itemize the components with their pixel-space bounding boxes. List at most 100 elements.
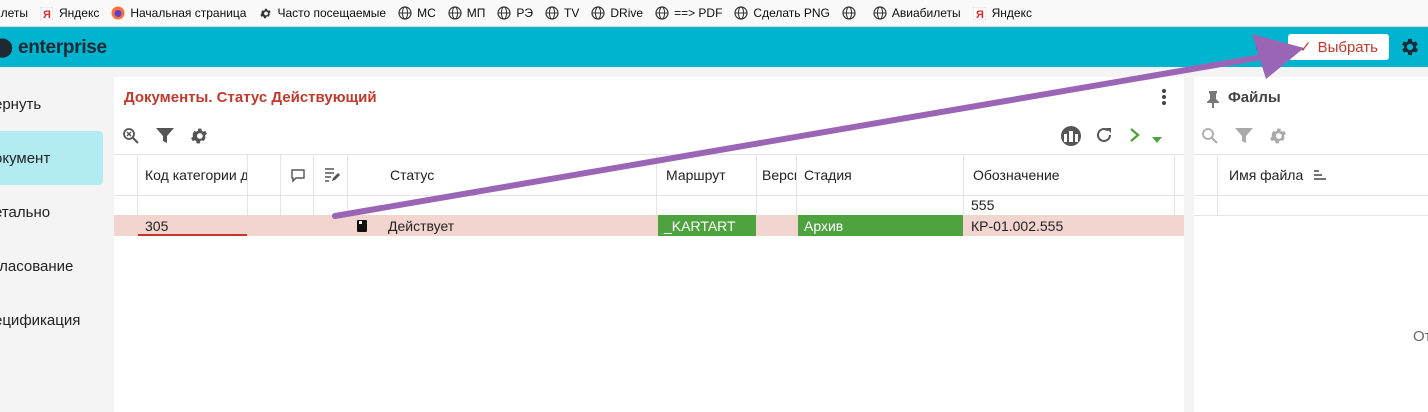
firefox-icon xyxy=(111,6,125,20)
svg-text:Я: Я xyxy=(43,9,51,20)
check-icon: ✓ xyxy=(1299,39,1312,56)
filter-icon[interactable] xyxy=(1234,127,1254,148)
sidebar-item-label: гласование xyxy=(0,257,74,275)
sort-icon[interactable] xyxy=(1313,155,1329,195)
globe-icon xyxy=(545,6,559,20)
bookmark-item[interactable] xyxy=(842,6,861,20)
bookmark-label: ==> PDF xyxy=(674,6,723,20)
sidebar-item-label: ернуть xyxy=(0,95,42,113)
sidebar-item-details[interactable]: етально xyxy=(0,185,103,239)
bookmark-item[interactable]: МП xyxy=(448,6,486,20)
globe-icon xyxy=(842,6,856,20)
documents-panel-title: Документы. Статус Действующий xyxy=(124,89,377,106)
filter-icon[interactable] xyxy=(155,127,175,148)
column-header-status[interactable]: Статус xyxy=(390,155,660,195)
table-row[interactable]: 305 Действует _KARTART Архив КР-01.002.5… xyxy=(114,215,1184,236)
column-header-designation[interactable]: Обозначение xyxy=(973,155,1173,195)
files-panel: Файлы Имя файла От xyxy=(1194,77,1428,412)
sidebar: ернуть окумент етально гласование ецифик… xyxy=(0,67,113,412)
yandex-icon: Я xyxy=(973,6,987,20)
bookmark-label: Яндекс xyxy=(991,6,1032,20)
bookmark-label: Авиабилеты xyxy=(891,6,961,20)
logo-mark-icon: ⬤ xyxy=(0,37,13,58)
bookmark-item[interactable]: МС xyxy=(398,6,436,20)
edit-note-icon[interactable] xyxy=(323,155,343,195)
columns-toggle-icon[interactable] xyxy=(1060,125,1082,150)
pin-icon[interactable] xyxy=(1206,90,1220,111)
globe-icon xyxy=(591,6,605,20)
documents-panel: Документы. Статус Действующий Код катего… xyxy=(114,77,1184,412)
files-panel-title: Файлы xyxy=(1228,89,1281,106)
globe-icon xyxy=(398,6,412,20)
brand-logo: ⬤ enterprise xyxy=(0,36,107,59)
globe-icon xyxy=(655,6,669,20)
sidebar-item-return[interactable]: ернуть xyxy=(0,77,103,131)
gear-icon xyxy=(258,6,272,20)
bookmark-label: Сделать PNG xyxy=(753,6,830,20)
filter-row: 555 xyxy=(114,194,1184,216)
document-icon xyxy=(356,215,370,236)
gear-icon[interactable] xyxy=(189,126,209,149)
column-header-filename[interactable]: Имя файла xyxy=(1229,155,1319,195)
search-icon[interactable] xyxy=(1201,127,1219,148)
documents-table-header: Код категории д Статус Маршрут Верси Ста… xyxy=(114,154,1184,235)
cell-category: 305 xyxy=(145,217,169,234)
bookmark-label: МП xyxy=(466,6,486,20)
bookmark-label: Билеты xyxy=(0,6,28,20)
column-header-stage[interactable]: Стадия xyxy=(804,155,954,195)
bookmark-item[interactable]: РЭ xyxy=(497,6,533,20)
files-filter-row xyxy=(1194,194,1428,216)
files-table-header: Имя файла xyxy=(1194,154,1428,215)
sidebar-item-specification[interactable]: ецификация xyxy=(0,293,103,347)
cell-status: Действует xyxy=(388,217,455,234)
bookmark-label: DRive xyxy=(610,6,644,20)
clear-filter-search-icon[interactable] xyxy=(122,127,140,148)
bookmark-item[interactable]: Часто посещаемые xyxy=(258,6,386,20)
sidebar-item-document[interactable]: окумент xyxy=(0,131,103,185)
bookmark-item[interactable]: Начальная страница xyxy=(111,6,246,20)
filter-input-designation[interactable]: 555 xyxy=(971,194,1171,215)
bookmark-label: Яндекс xyxy=(58,6,100,20)
bookmark-label: Часто посещаемые xyxy=(277,6,387,20)
bookmark-label: TV xyxy=(564,6,580,20)
bookmark-item[interactable]: Авиабилеты xyxy=(873,6,961,20)
yandex-icon: Я xyxy=(40,6,54,20)
bookmark-label: МС xyxy=(417,6,436,20)
app-header: ⬤ enterprise ✓ Выбрать xyxy=(0,27,1428,67)
chevron-right-icon[interactable] xyxy=(1128,126,1142,147)
bookmarks-bar: Билеты Я Яндекс Начальная страница Часто пос… xyxy=(0,0,1428,27)
cell-route: _KARTART xyxy=(658,215,756,236)
bookmark-item[interactable]: DRive xyxy=(591,6,643,20)
column-header-version[interactable]: Верси xyxy=(762,155,796,195)
bookmark-label: Начальная страница xyxy=(130,6,247,20)
globe-icon xyxy=(873,6,887,20)
select-button-label: Выбрать xyxy=(1317,38,1378,56)
bookmark-item[interactable]: Сделать PNG xyxy=(734,6,830,20)
more-vert-icon[interactable] xyxy=(1158,87,1170,110)
brand-name: enterprise xyxy=(17,37,107,58)
globe-icon xyxy=(497,6,512,20)
column-header-category[interactable]: Код категории д xyxy=(145,155,248,195)
sidebar-item-label: окумент xyxy=(0,149,51,167)
bookmark-label: РЭ xyxy=(516,6,534,20)
cell-designation: КР-01.002.555 xyxy=(971,217,1064,234)
column-header-route[interactable]: Маршрут xyxy=(666,155,756,195)
svg-text:Я: Я xyxy=(976,9,984,20)
caret-down-icon[interactable] xyxy=(1151,132,1163,147)
bookmark-item[interactable]: Билеты xyxy=(0,6,28,20)
active-cell-underline xyxy=(138,234,247,236)
select-button[interactable]: ✓ Выбрать xyxy=(1288,34,1389,60)
settings-gear-icon[interactable] xyxy=(1399,36,1421,61)
status-indicator-icon xyxy=(1256,40,1269,53)
comment-icon[interactable] xyxy=(290,155,310,195)
bookmark-item[interactable]: Я Яндекс xyxy=(973,6,1032,20)
refresh-icon[interactable] xyxy=(1094,125,1114,148)
bookmark-item[interactable]: ==> PDF xyxy=(655,6,722,20)
bookmark-item[interactable]: TV xyxy=(545,6,579,20)
globe-icon xyxy=(448,6,462,20)
globe-icon xyxy=(734,6,749,20)
gear-icon[interactable] xyxy=(1268,126,1288,149)
cell-stage: Архив xyxy=(798,215,963,236)
bookmark-item[interactable]: Я Яндекс xyxy=(40,6,99,20)
sidebar-item-approval[interactable]: гласование xyxy=(0,239,103,293)
